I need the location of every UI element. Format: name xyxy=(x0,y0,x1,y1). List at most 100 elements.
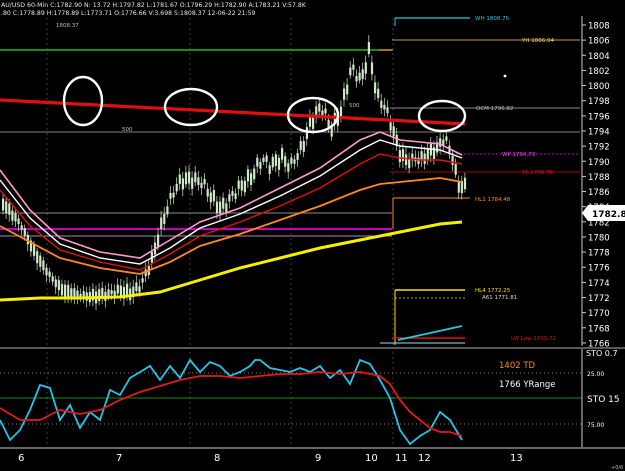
chart-window[interactable]: AU/USD 60-Min C:1782.90 N: 13.72 H:1797.… xyxy=(0,0,625,471)
price-tick-label: 1770 xyxy=(588,309,610,319)
price-tick-label: 1768 xyxy=(588,324,610,334)
candle-body xyxy=(274,154,277,166)
time-tick-10: 10 xyxy=(365,453,378,464)
chart-background xyxy=(0,0,625,471)
candle-body xyxy=(222,197,225,209)
candle-body xyxy=(420,151,423,160)
candle-body xyxy=(364,62,367,74)
price-tick-label: 1806 xyxy=(588,37,610,47)
candle-body xyxy=(408,159,411,169)
candle-body xyxy=(36,251,39,264)
time-tick-11: 11 xyxy=(395,453,408,464)
candle-body xyxy=(262,157,265,162)
candle-body xyxy=(169,192,172,199)
candle-body xyxy=(349,67,352,76)
candle-body xyxy=(54,279,57,288)
candle-body xyxy=(330,127,333,137)
candle-body xyxy=(243,180,246,193)
candle-body xyxy=(110,290,113,295)
time-tick-8: 8 xyxy=(214,453,220,464)
candle-body xyxy=(209,192,212,203)
current-price-label: 1782.81 xyxy=(592,210,625,220)
candle-body xyxy=(178,174,181,184)
candle-body xyxy=(405,154,408,166)
ocm-label: OCM 1796.82 xyxy=(476,106,513,112)
candle-body xyxy=(389,122,392,131)
candle-body xyxy=(126,283,129,296)
candle-body xyxy=(318,103,321,112)
candle-body xyxy=(8,203,11,215)
hl1-label: HL1 1784.48 xyxy=(475,197,511,203)
candle-body xyxy=(184,172,188,185)
candle-body xyxy=(246,169,250,182)
candle-body xyxy=(194,172,197,183)
candle-body xyxy=(290,157,293,164)
candle-body xyxy=(57,280,60,290)
sto-label: STO 15 xyxy=(587,395,620,405)
candle-body xyxy=(352,64,355,70)
price-tick-label: 1790 xyxy=(588,158,610,168)
candle-body xyxy=(445,136,448,141)
candle-body xyxy=(141,278,144,283)
candle-body xyxy=(256,157,259,167)
candle-body xyxy=(451,155,454,165)
price-tick-label: 1778 xyxy=(588,249,610,259)
price-tick-label: 1776 xyxy=(588,264,610,274)
price-tick-label: 1774 xyxy=(588,279,610,289)
candle-body xyxy=(250,173,253,186)
candle-body xyxy=(343,88,346,100)
candle-body xyxy=(377,88,380,99)
candle-body xyxy=(20,225,23,231)
price-tick-label: 1794 xyxy=(588,127,610,137)
candle-body xyxy=(60,284,64,296)
candle-body xyxy=(439,138,442,147)
candle-body xyxy=(346,84,349,95)
marker-dot xyxy=(503,74,507,78)
candle-body xyxy=(327,120,330,128)
candle-body xyxy=(426,148,429,161)
wk-high-label: WH 1808.75 xyxy=(475,16,510,22)
header-line2: .80 C:1778.89 H:1778.89 L:1773.71 O:1776… xyxy=(1,10,256,17)
candle-body xyxy=(463,177,467,190)
candle-body xyxy=(324,108,327,114)
candle-body xyxy=(277,157,281,170)
candle-body xyxy=(172,192,175,198)
lw-low-label: LW Low 1765.72 xyxy=(511,336,556,342)
candle-body xyxy=(370,62,374,75)
level-75-label: 75.00 xyxy=(587,422,604,429)
candle-body xyxy=(386,107,389,114)
candle-body xyxy=(98,289,101,301)
candle-body xyxy=(14,213,17,222)
candle-body xyxy=(228,194,231,202)
candle-body xyxy=(175,184,178,192)
candle-body xyxy=(42,260,45,271)
candle-body xyxy=(401,149,405,161)
candle-body xyxy=(138,286,141,293)
price-tick-label: 1804 xyxy=(588,52,610,62)
level-500-left-label: 500 xyxy=(122,127,133,133)
candle-body xyxy=(417,157,420,165)
candle-body xyxy=(64,284,67,297)
candle-body xyxy=(237,180,240,189)
candle-body xyxy=(460,181,463,194)
candle-body xyxy=(5,201,8,214)
candle-body xyxy=(287,163,290,172)
candle-body xyxy=(48,271,51,277)
candle-body xyxy=(293,159,296,164)
price-tick-label: 1800 xyxy=(588,82,610,92)
candle-body xyxy=(240,180,243,191)
candle-body xyxy=(67,284,70,297)
wp-label: WP 1790.73 xyxy=(502,152,536,158)
hl4-label: HL4 1772.25 xyxy=(475,288,511,294)
candle-body xyxy=(312,117,315,129)
candle-body xyxy=(219,201,222,214)
candle-body xyxy=(374,82,377,94)
candle-body xyxy=(299,140,302,151)
candle-body xyxy=(380,100,383,108)
candle-body xyxy=(268,165,271,174)
candle-body xyxy=(383,104,386,110)
candle-body xyxy=(355,76,358,82)
candle-body xyxy=(361,69,364,80)
candle-body xyxy=(203,179,206,185)
candle-body xyxy=(454,164,457,175)
